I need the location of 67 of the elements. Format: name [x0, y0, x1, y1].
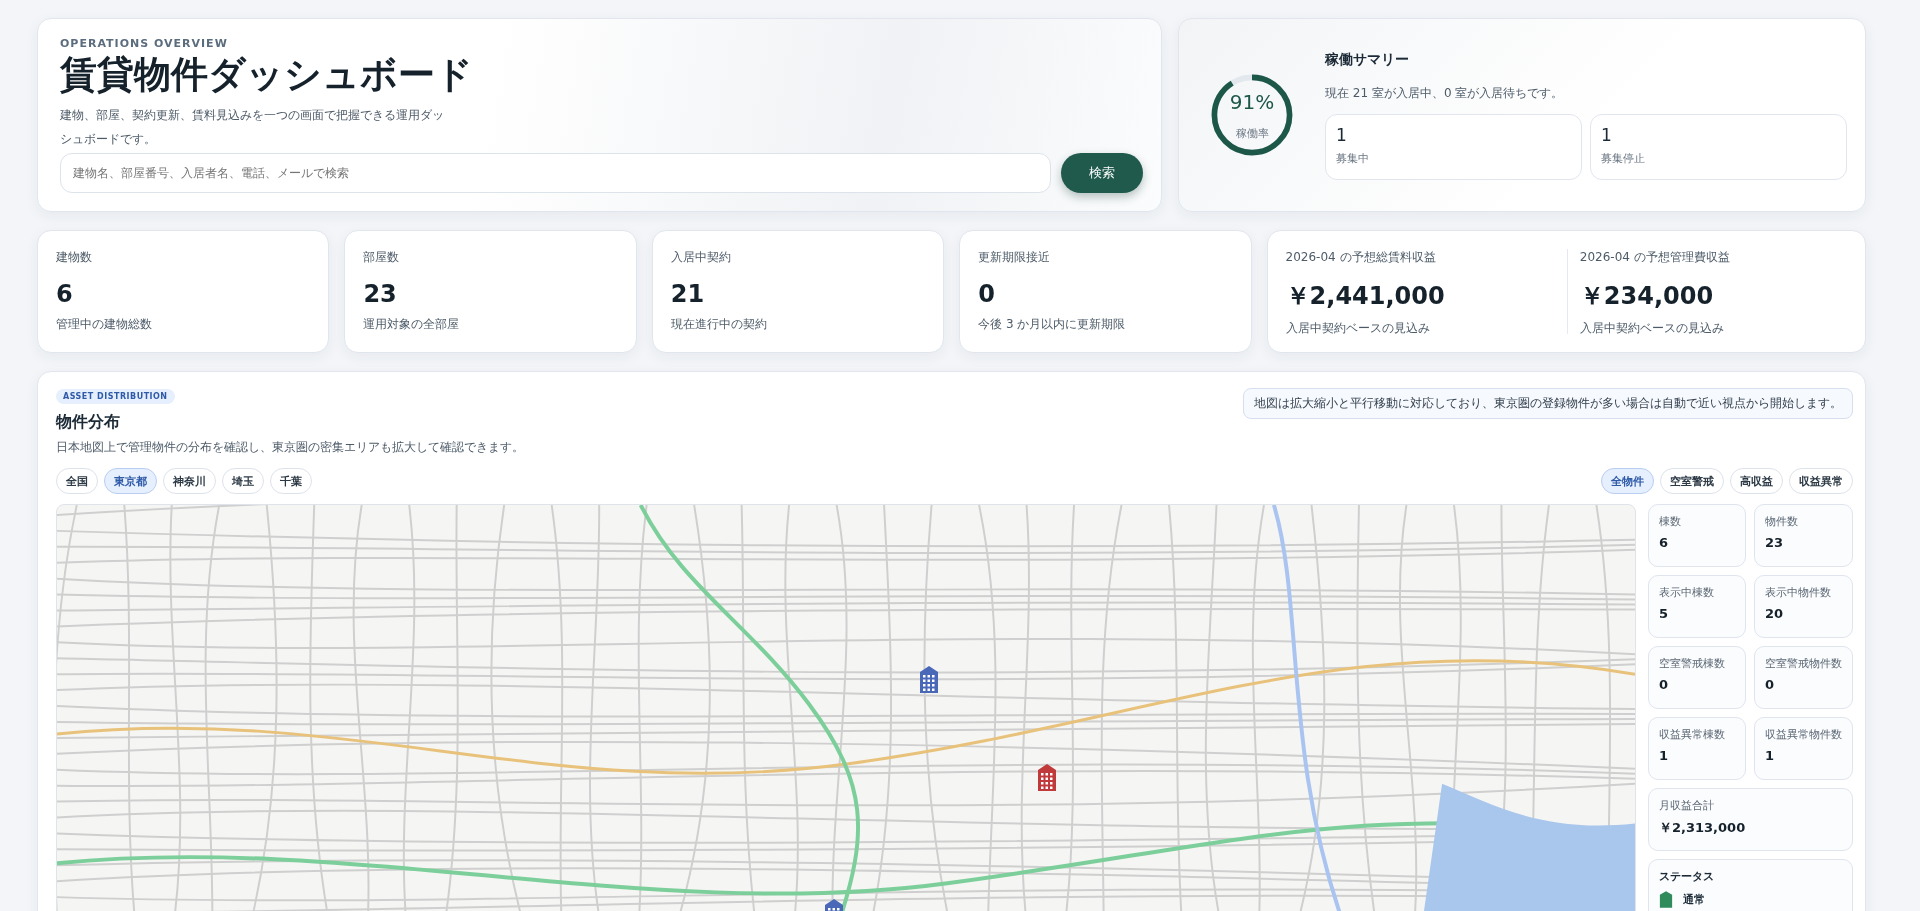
- stat-value: 21: [670, 280, 706, 308]
- tile-value: 1: [1336, 124, 1348, 145]
- region-chip[interactable]: 東京都: [104, 468, 157, 494]
- occupancy-value: 91%: [1228, 90, 1276, 114]
- stat-label: 建物数: [56, 249, 93, 266]
- stat-note: 運用対象の全部屋: [363, 316, 461, 333]
- map-stat-label: 空室警戒棟数: [1659, 656, 1726, 671]
- eyebrow-label: OPERATIONS OVERVIEW: [60, 37, 229, 50]
- map-stat-value: 1: [1765, 748, 1776, 763]
- search-button[interactable]: 検索: [1061, 152, 1143, 193]
- stat-label: 2026-04 の予想総賃料収益: [1285, 249, 1437, 266]
- summary-title: 稼働サマリー: [1325, 50, 1410, 69]
- stat-value: ￥234,000: [1579, 281, 1715, 312]
- map-stat-label: 棟数: [1659, 514, 1682, 529]
- page-title: 賃貸物件ダッシュボード: [60, 54, 474, 97]
- map-stat-value: 23: [1765, 535, 1785, 550]
- building-marker-icon[interactable]: [918, 664, 940, 694]
- map-stat-value: ￥2,313,000: [1659, 819, 1747, 837]
- region-chip[interactable]: 神奈川: [163, 468, 216, 494]
- region-chip[interactable]: 全国: [56, 468, 98, 494]
- stat-value: 0: [978, 280, 996, 308]
- map-stat-value: 6: [1659, 535, 1670, 550]
- occupancy-label: 稼働率: [1234, 126, 1270, 141]
- map-stat-label: 空室警戒物件数: [1765, 656, 1842, 671]
- building-icon: [1659, 890, 1673, 908]
- stat-note: 現在進行中の契約: [670, 316, 768, 333]
- stat-note: 入居中契約ベースの見込み: [1285, 320, 1431, 337]
- region-chip[interactable]: 千葉: [270, 468, 312, 494]
- search-field[interactable]: 建物名、部屋番号、入居者名、電話、メールで検索: [60, 152, 1051, 193]
- map-stat-label: 物件数: [1765, 514, 1799, 529]
- filter-chip[interactable]: 空室警戒: [1660, 468, 1724, 494]
- map-stat-value: 1: [1659, 748, 1670, 763]
- filter-chip[interactable]: 収益異常: [1789, 468, 1853, 494]
- stat-note: 管理中の建物総数: [56, 316, 153, 333]
- map-stat-value: 20: [1765, 606, 1785, 621]
- map-stat-label: 月収益合計: [1659, 798, 1715, 813]
- filter-chip[interactable]: 全物件: [1601, 468, 1654, 494]
- filter-chip[interactable]: 高収益: [1730, 468, 1783, 494]
- section-title: 物件分布: [56, 412, 121, 433]
- building-marker-icon[interactable]: [1036, 762, 1058, 792]
- map-stat-value: 5: [1659, 606, 1670, 621]
- legend-label: 通常: [1683, 891, 1705, 907]
- stat-label: 2026-04 の予想管理費収益: [1579, 249, 1731, 266]
- tile-label: 募集中: [1336, 150, 1370, 166]
- section-description: 日本地図上で管理物件の分布を確認し、東京圏の密集エリアも拡大して確認できます。: [56, 439, 524, 456]
- stat-note: 入居中契約ベースの見込み: [1579, 320, 1725, 337]
- summary-text: 現在 21 室が入居中、0 室が入居待ちです。: [1325, 84, 1565, 102]
- map-stat-label: 収益異常棟数: [1659, 727, 1726, 742]
- tile-label: 募集停止: [1601, 150, 1646, 166]
- map-stat-label: 収益異常物件数: [1765, 727, 1842, 742]
- map-stat-label: 表示中物件数: [1765, 585, 1832, 600]
- stat-label: 部屋数: [363, 249, 401, 266]
- stat-note: 今後 3 か月以内に更新期限: [978, 316, 1127, 333]
- section-badge: ASSET DISTRIBUTION: [56, 389, 175, 404]
- map-stat-value: 0: [1765, 677, 1776, 692]
- stat-value: ￥2,441,000: [1285, 281, 1446, 312]
- region-chip[interactable]: 埼玉: [222, 468, 264, 494]
- map-notice: 地図は拡大縮小と平行移動に対応しており、東京圏の登録物件が多い場合は自動で近い視点から開始します。: [1243, 388, 1853, 419]
- stat-label: 入居中契約: [670, 249, 732, 266]
- stat-value: 6: [56, 280, 74, 308]
- tile-value: 1: [1601, 124, 1613, 145]
- stat-label: 更新期限接近: [978, 249, 1052, 266]
- stat-value: 23: [363, 280, 398, 308]
- map-stat-label: 表示中棟数: [1659, 585, 1715, 600]
- legend-title: ステータス: [1659, 869, 1715, 884]
- page-description: 建物、部屋、契約更新、賃料見込みを一つの画面で把握できる運用ダッシュボードです。: [60, 106, 445, 148]
- map-stat-value: 0: [1659, 677, 1670, 692]
